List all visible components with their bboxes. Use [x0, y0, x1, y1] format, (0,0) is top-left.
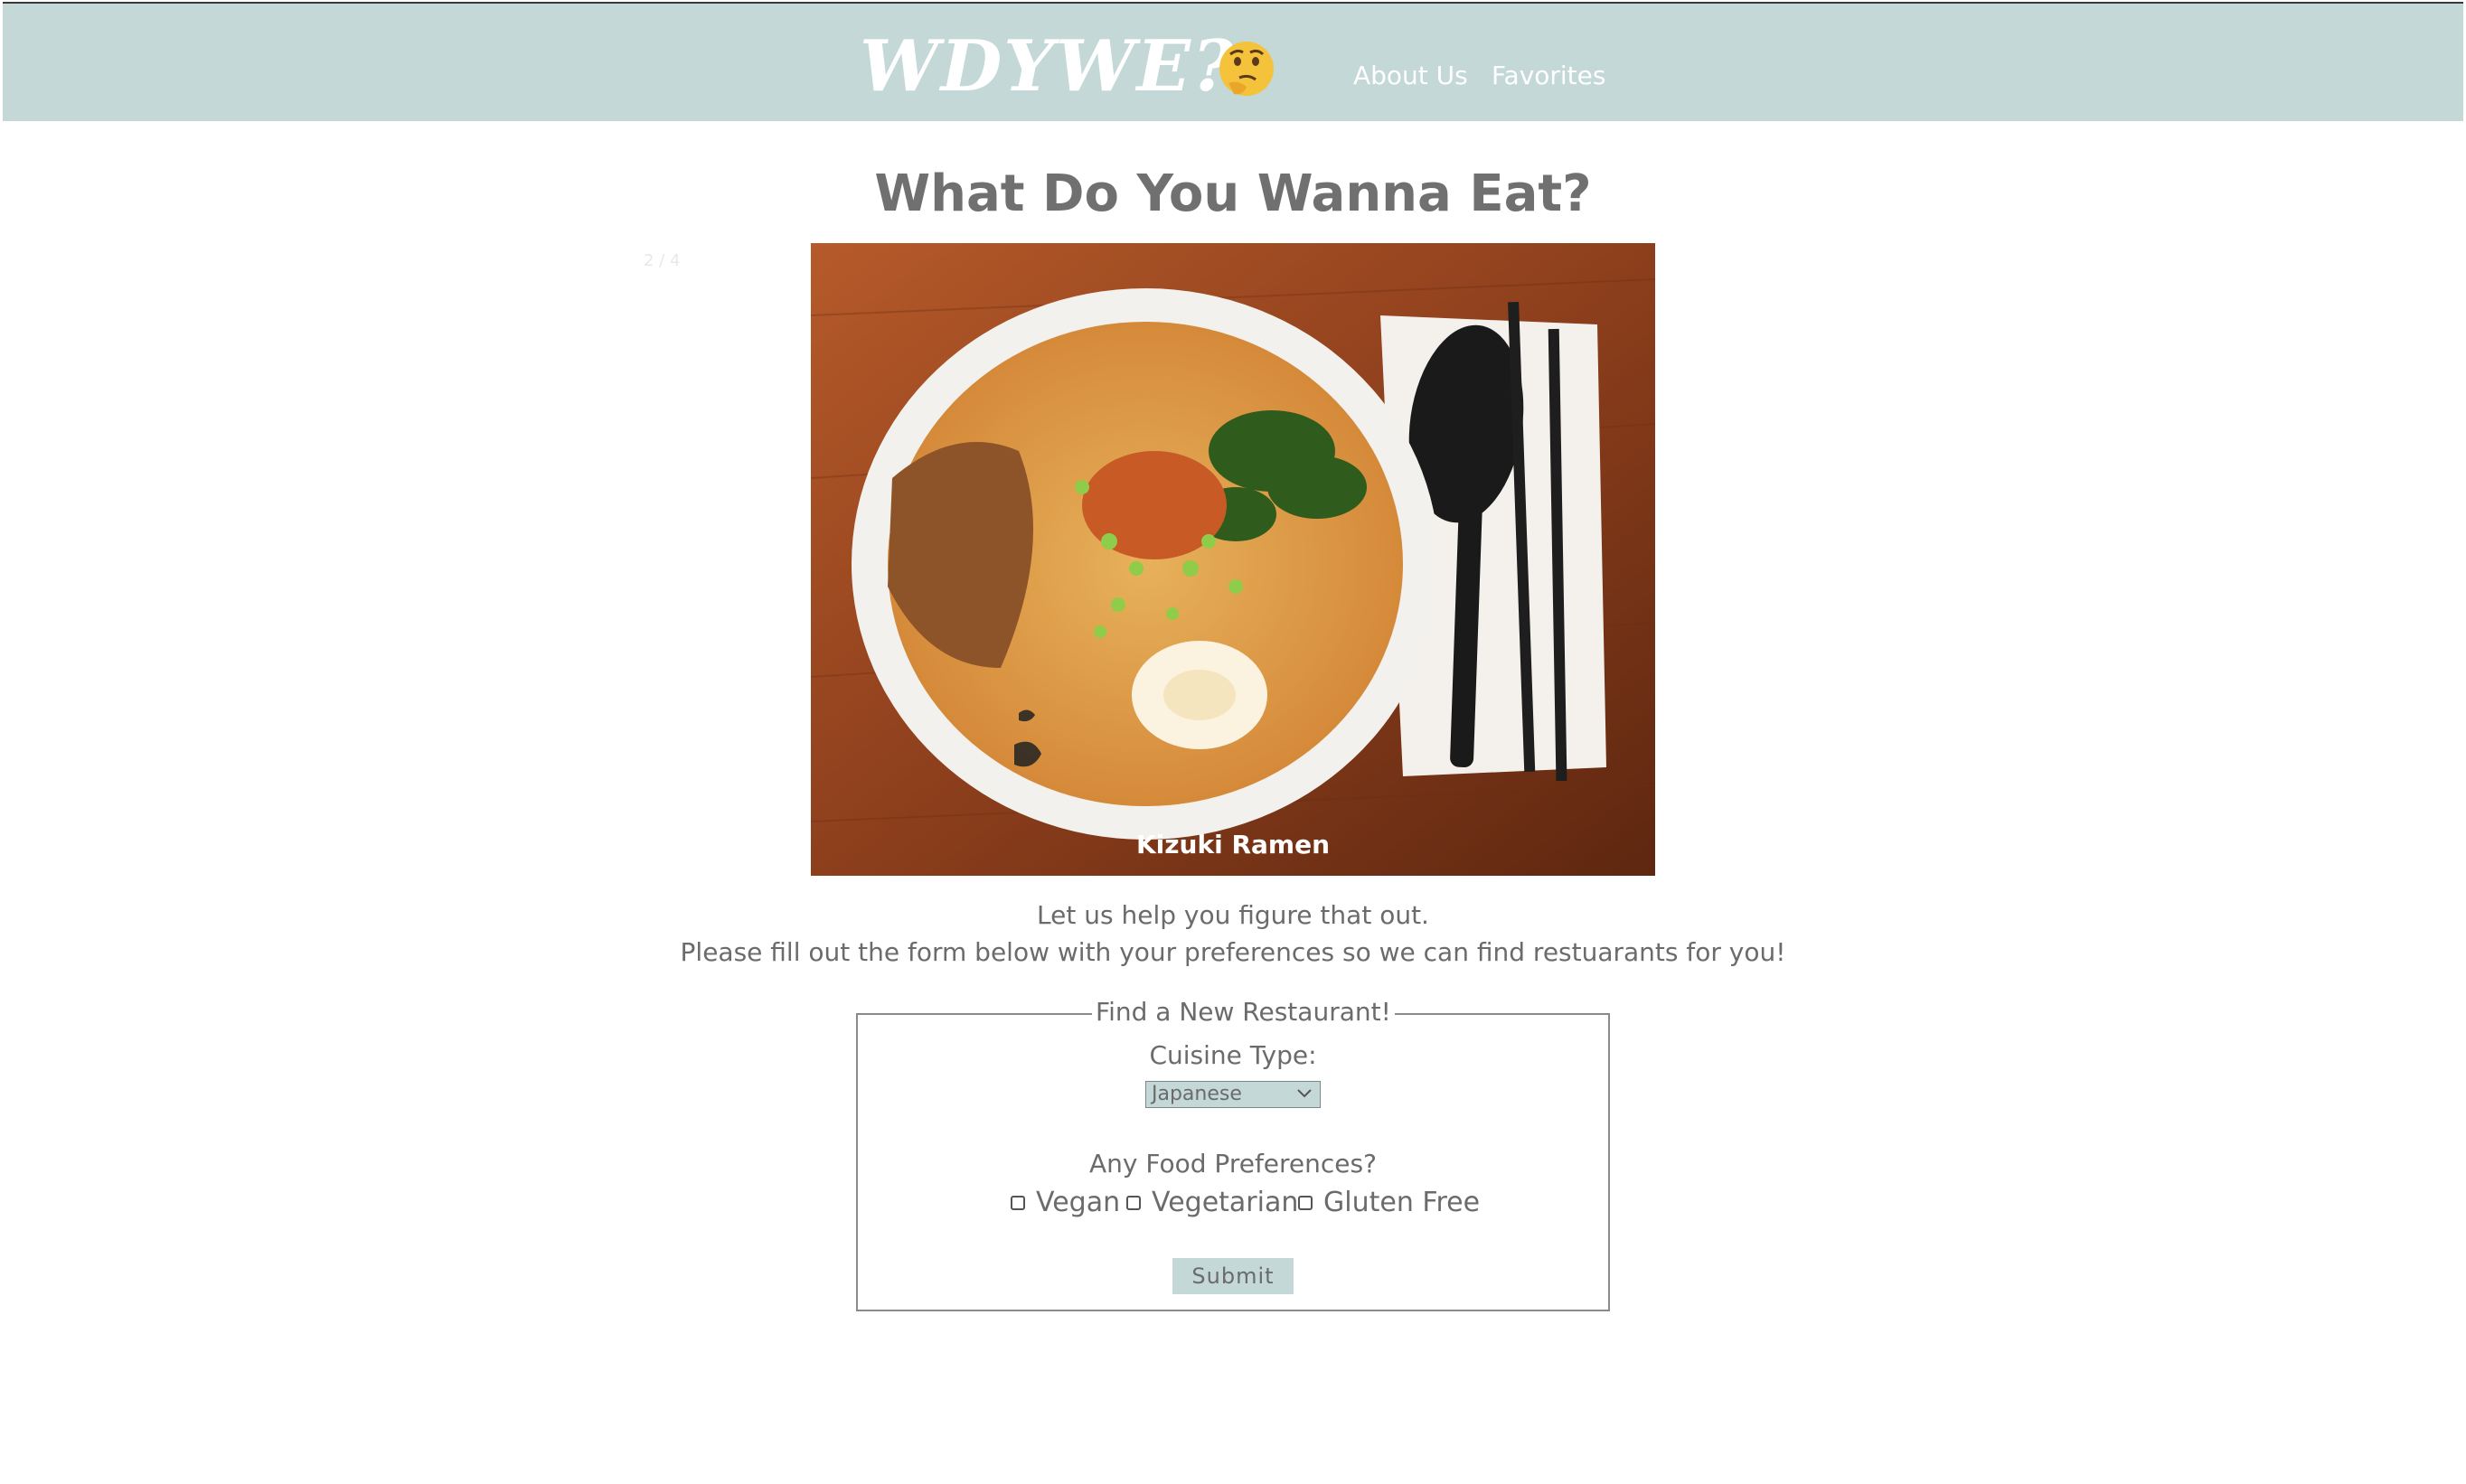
chevron-down-icon	[1297, 1089, 1312, 1098]
intro-text: Let us help you figure that out.	[1037, 900, 1429, 930]
gluten-free-label[interactable]: Gluten Free	[1323, 1186, 1480, 1220]
nav-favorites[interactable]: Favorites	[1492, 60, 1605, 92]
vegan-label[interactable]: Vegan	[1036, 1186, 1120, 1220]
cuisine-label: Cuisine Type:	[1149, 1040, 1317, 1070]
submit-button[interactable]: Submit	[1172, 1258, 1294, 1294]
nav-about-us[interactable]: About Us	[1353, 60, 1468, 92]
vegetarian-label[interactable]: Vegetarian	[1152, 1186, 1298, 1220]
form-legend: Find a New Restaurant!	[1092, 994, 1395, 1030]
site-logo[interactable]: WDYWE?	[860, 22, 1236, 112]
site-header: WDYWE? About Us Favorites	[3, 2, 2463, 121]
slideshow-caption: Kizuki Ramen	[1135, 830, 1331, 859]
intro-instructions: Please fill out the form below with your…	[680, 937, 1786, 967]
slide-counter: 2 / 4	[644, 251, 681, 270]
slideshow-image[interactable]	[811, 243, 1655, 876]
cuisine-select[interactable]: Japanese	[1145, 1081, 1321, 1108]
gluten-free-checkbox[interactable]	[1298, 1196, 1313, 1210]
page-title: What Do You Wanna Eat?	[874, 164, 1592, 223]
vegan-checkbox[interactable]	[1011, 1196, 1025, 1210]
vegetarian-checkbox[interactable]	[1126, 1196, 1141, 1210]
cuisine-selected-value: Japanese	[1152, 1083, 1242, 1105]
thinking-face-icon	[1219, 42, 1274, 96]
preferences-label: Any Food Preferences?	[1089, 1149, 1377, 1179]
